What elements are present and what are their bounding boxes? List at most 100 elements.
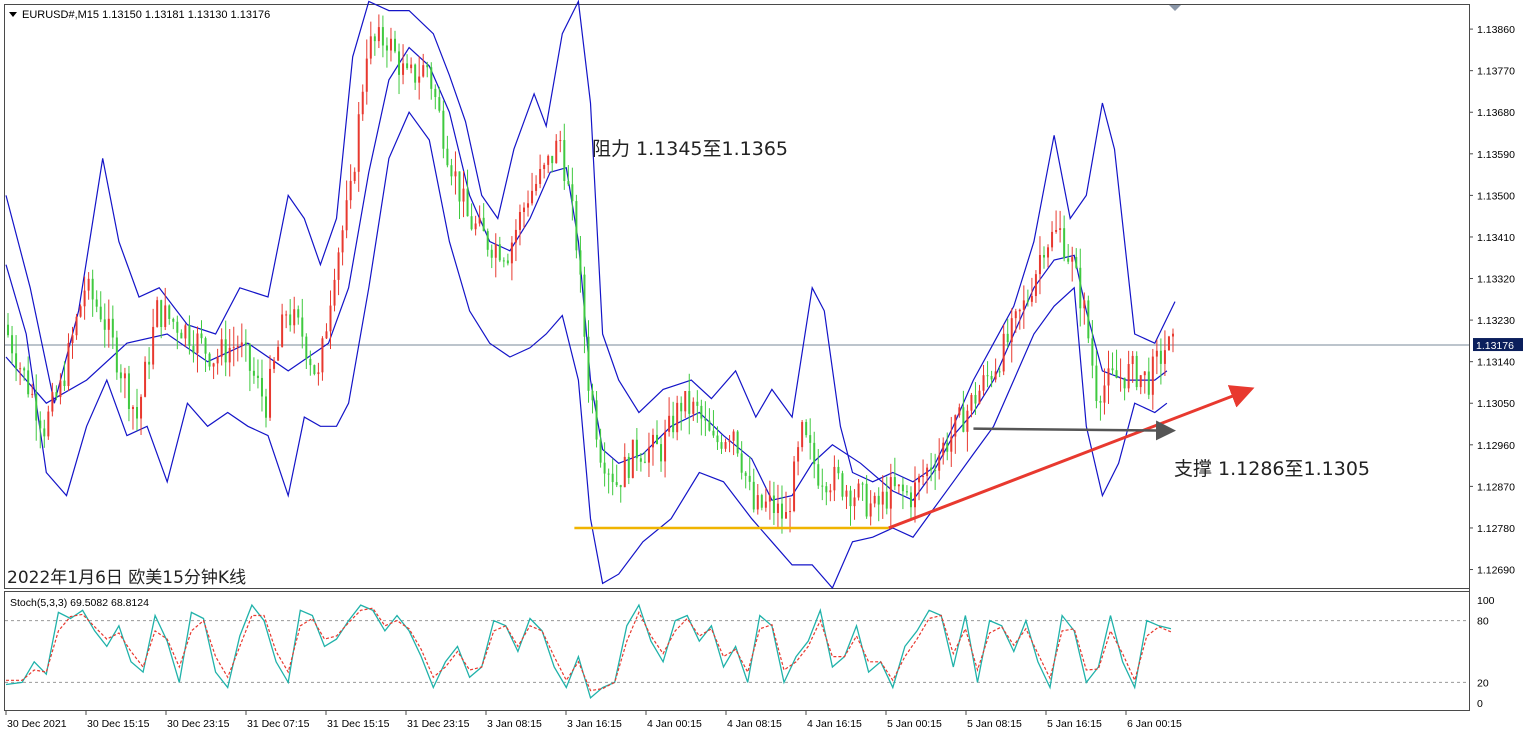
candle-body	[220, 339, 223, 357]
candle-body	[35, 393, 38, 421]
candle-body	[740, 453, 743, 473]
price-tick-label: 1.13770	[1477, 66, 1515, 78]
candle-body	[23, 368, 26, 371]
candle-body	[502, 260, 505, 262]
chart-date-title: 2022年1月6日 欧美15分钟K线	[7, 568, 246, 588]
candle-body	[700, 405, 703, 419]
candle-body	[514, 229, 517, 243]
candle-body	[825, 486, 828, 493]
candle-body	[1006, 333, 1009, 343]
price-tick-label: 1.13050	[1477, 398, 1515, 410]
candle-body	[821, 485, 824, 487]
candle-body	[998, 371, 1001, 373]
candle-body	[551, 155, 554, 164]
price-tick-label: 1.13680	[1477, 107, 1515, 119]
candle-body	[204, 338, 207, 354]
candle-body	[438, 97, 441, 111]
candle-body	[1059, 228, 1062, 231]
candle-body	[228, 347, 231, 363]
candle-body	[712, 430, 715, 436]
candle-body	[954, 415, 957, 437]
candle-body	[752, 481, 755, 510]
candle-body	[71, 335, 74, 344]
candle-body	[893, 477, 896, 487]
price-tick-label: 1.13140	[1477, 357, 1515, 369]
candle-body	[531, 190, 534, 204]
candle-body	[837, 466, 840, 474]
candle-body	[127, 373, 130, 410]
candle-body	[958, 407, 961, 416]
support-note: 支撑 1.1286至1.1305	[1174, 458, 1370, 480]
candle-body	[813, 442, 816, 465]
candle-body	[19, 368, 22, 370]
candle-body	[527, 203, 530, 208]
price-tick-label: 1.13230	[1477, 315, 1515, 327]
candle-body	[1079, 267, 1082, 309]
candle-body	[845, 490, 848, 497]
chart-shift-marker-icon[interactable]	[1169, 5, 1181, 11]
candle-body	[450, 165, 453, 177]
time-tick-label: 4 Jan 00:15	[647, 718, 702, 730]
candle-body	[801, 422, 804, 448]
candle-body	[595, 400, 598, 440]
candle-body	[1159, 350, 1162, 364]
candle-body	[539, 169, 542, 184]
candle-body	[285, 314, 288, 316]
candle-body	[1123, 377, 1126, 389]
candle-body	[1151, 356, 1154, 395]
candle-body	[123, 373, 126, 379]
candle-body	[1095, 365, 1098, 402]
candle-body	[651, 434, 654, 448]
candle-body	[510, 242, 513, 264]
candle-body	[680, 402, 683, 412]
candle-body	[587, 336, 590, 391]
price-tick-label: 1.12690	[1477, 565, 1515, 577]
candle-body	[668, 415, 671, 432]
candle-body	[559, 140, 562, 142]
stoch-indicator-label: Stoch(5,3,3) 69.5082 68.8124	[10, 597, 149, 609]
candle-body	[913, 482, 916, 508]
candle-body	[506, 260, 509, 264]
candle-body	[704, 418, 707, 421]
candle-body	[27, 370, 30, 395]
candle-body	[647, 447, 650, 463]
candle-body	[240, 342, 243, 346]
candle-body	[583, 274, 586, 337]
candle-body	[708, 420, 711, 431]
candle-body	[785, 512, 788, 519]
bollinger-bands	[5, 0, 1176, 590]
candle-body	[986, 375, 989, 377]
candle-body	[1155, 350, 1158, 357]
lower-band-line	[5, 111, 1168, 590]
candle-body	[345, 200, 348, 231]
time-tick-label: 31 Dec 07:15	[247, 718, 310, 730]
candle-body	[83, 290, 86, 307]
candle-body	[966, 410, 969, 432]
candle-body	[885, 491, 888, 509]
candle-body	[115, 337, 118, 373]
candle-body	[31, 393, 34, 395]
candle-body	[406, 63, 409, 69]
candle-body	[309, 358, 312, 366]
candle-body	[575, 201, 578, 251]
candle-body	[720, 442, 723, 449]
candle-body	[748, 475, 751, 482]
candle-body	[962, 407, 965, 432]
candle-body	[333, 279, 336, 306]
candle-body	[317, 372, 320, 375]
resistance-note: 阻力 1.1345至1.1365	[592, 138, 788, 160]
stoch-main-line	[5, 603, 1172, 700]
price-tick-label: 1.13500	[1477, 190, 1515, 202]
candle-body	[728, 440, 731, 443]
candle-body	[289, 314, 292, 326]
time-tick-label: 31 Dec 15:15	[327, 718, 390, 730]
stoch-level-label: 100	[1477, 595, 1495, 607]
candle-body	[676, 402, 679, 433]
candle-body	[555, 140, 558, 164]
candle-body	[212, 363, 215, 367]
candle-body	[889, 477, 892, 509]
support-level-arrow	[973, 420, 1176, 441]
symbol-dropdown-icon[interactable]	[9, 12, 17, 17]
time-tick-label: 3 Jan 08:15	[487, 718, 542, 730]
candle-body	[39, 420, 42, 429]
